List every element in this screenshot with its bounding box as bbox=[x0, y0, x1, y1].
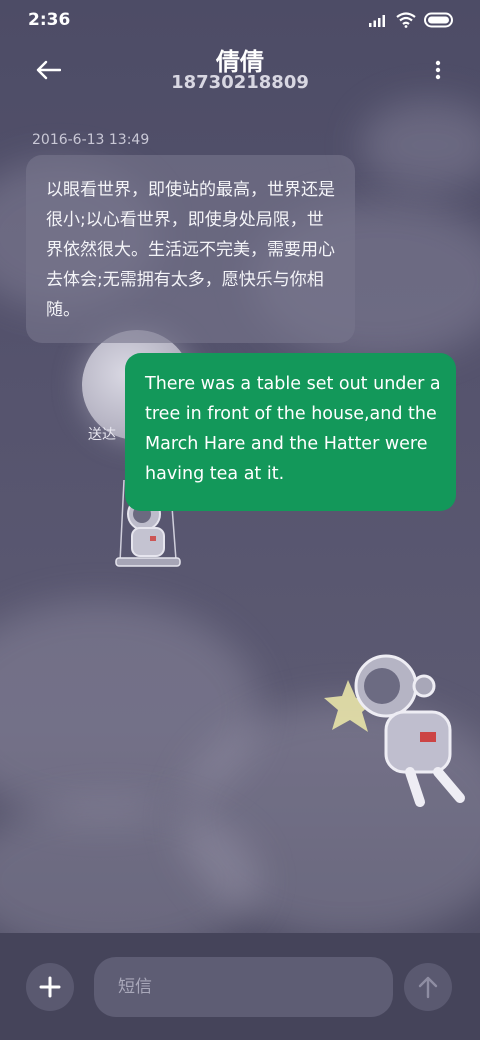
conversation-header: 倩倩 18730218809 bbox=[0, 40, 480, 104]
composer-bar bbox=[0, 933, 480, 1040]
delivery-status: 送达 bbox=[88, 427, 116, 443]
more-vertical-icon bbox=[435, 60, 441, 80]
outgoing-message-bubble[interactable]: There was a table set out under a tree i… bbox=[125, 353, 456, 511]
battery-icon bbox=[424, 12, 453, 28]
status-time: 2:36 bbox=[28, 10, 71, 30]
contact-number: 18730218809 bbox=[171, 72, 309, 93]
status-bar: 2:36 bbox=[0, 0, 480, 40]
message-timestamp: 2016-6-13 13:49 bbox=[32, 132, 150, 148]
plus-icon bbox=[39, 976, 61, 998]
wifi-icon bbox=[396, 12, 416, 28]
add-attachment-button[interactable] bbox=[26, 963, 74, 1011]
incoming-message-bubble[interactable]: 以眼看世界，即使站的最高，世界还是很小;以心看世界，即使身处局限，世界依然很大。… bbox=[26, 155, 355, 343]
more-options-button[interactable] bbox=[426, 52, 450, 88]
signal-icon bbox=[369, 15, 385, 27]
send-arrow-icon bbox=[418, 976, 438, 999]
astronaut-star-illustration bbox=[324, 654, 465, 807]
send-button[interactable] bbox=[404, 963, 452, 1011]
message-input[interactable] bbox=[94, 957, 393, 1017]
